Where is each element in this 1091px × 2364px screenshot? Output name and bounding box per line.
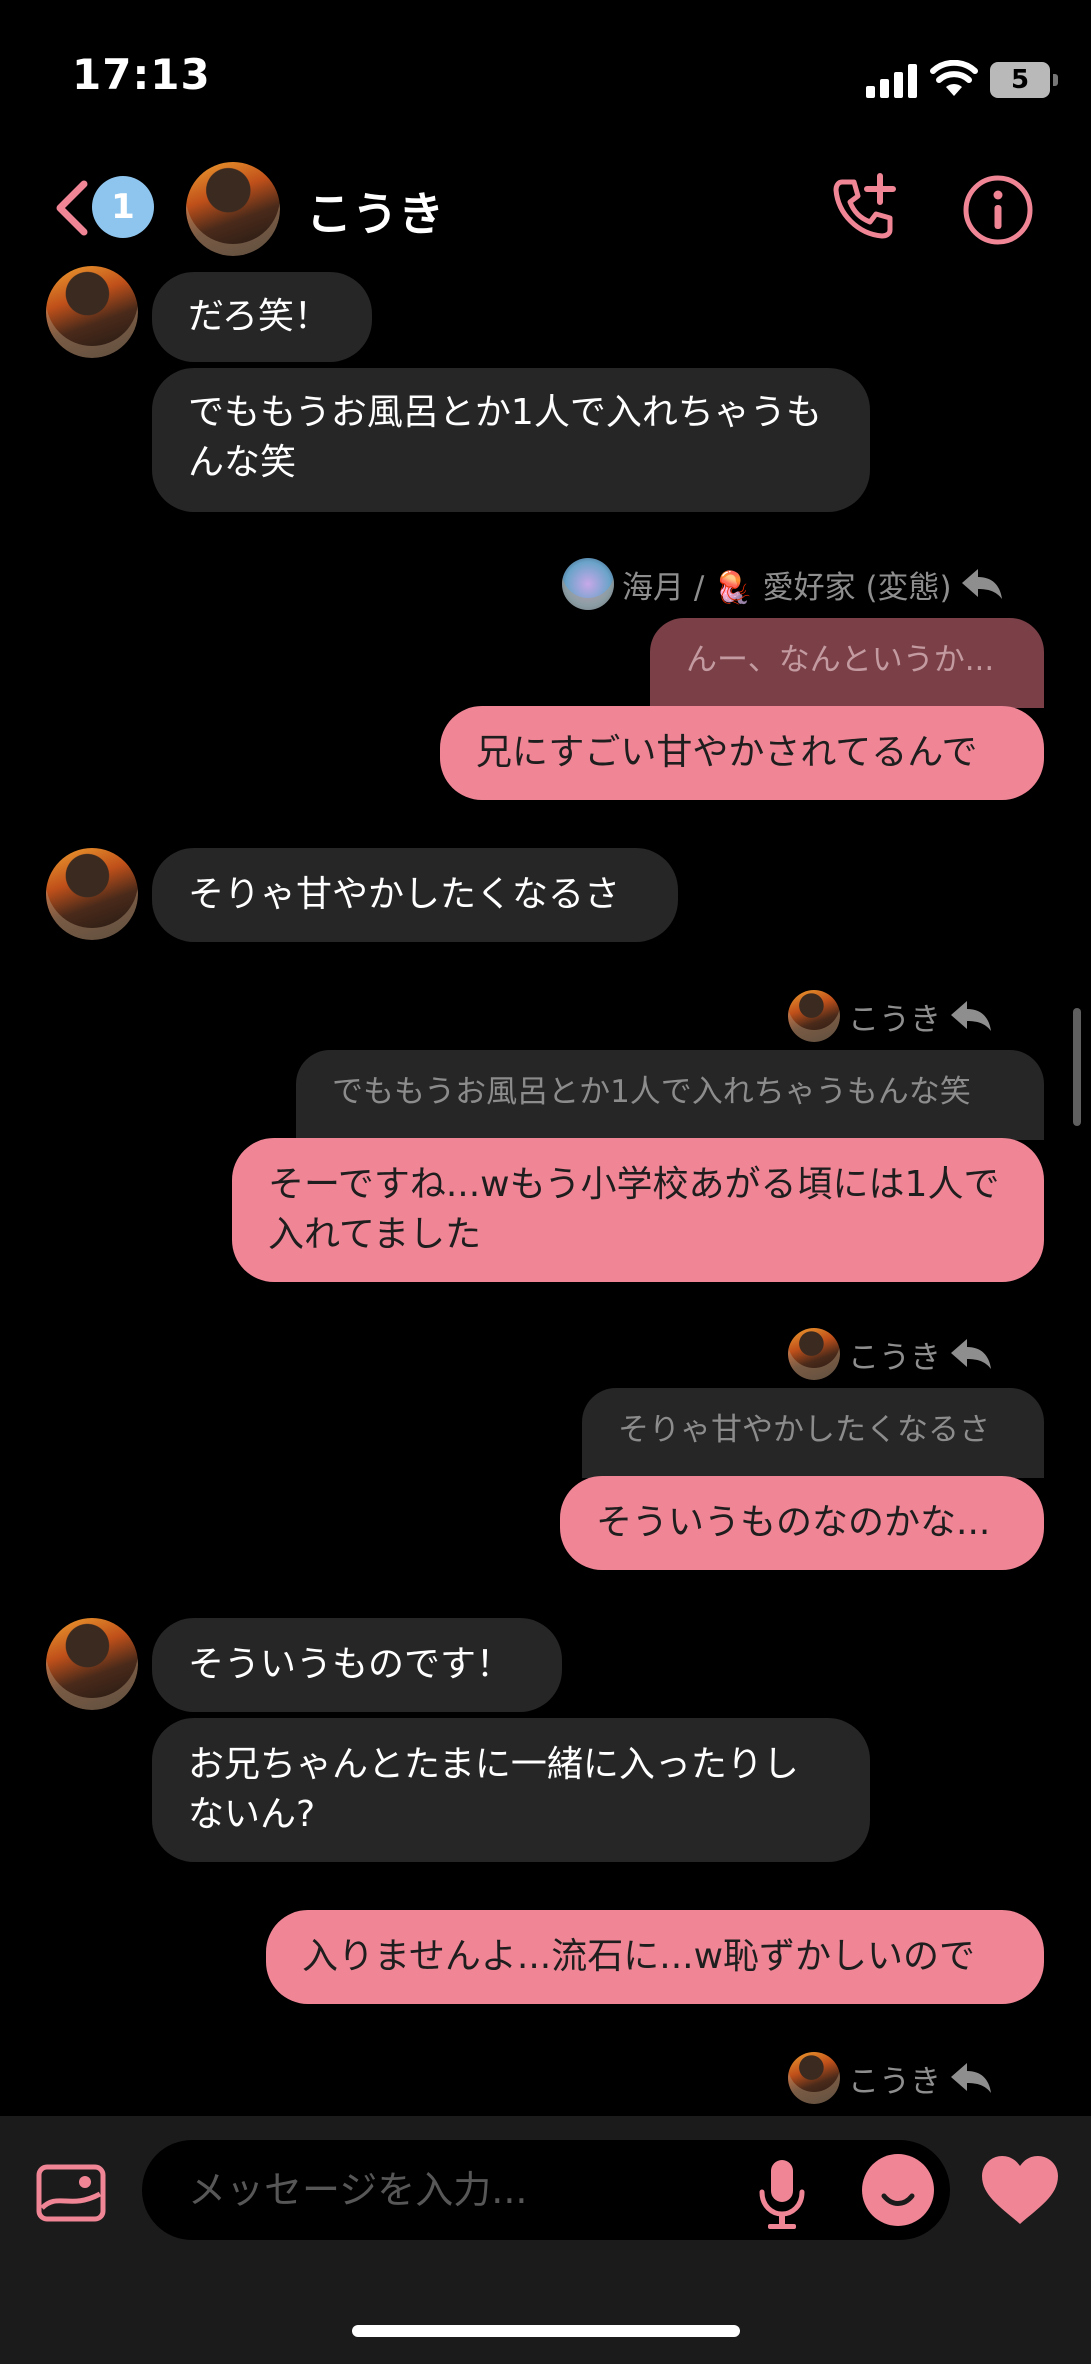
reply-header: 海月 / 🪼 愛好家 (変態) [562, 558, 1004, 610]
wifi-icon [930, 60, 978, 96]
reply-avatar [788, 990, 840, 1042]
sender-avatar[interactable] [46, 1618, 138, 1710]
message-bubble-outgoing[interactable]: そういうものなのかな... [560, 1476, 1044, 1570]
reply-header: こうき [788, 1328, 993, 1380]
reply-icon [951, 1339, 991, 1369]
message-bubble-outgoing[interactable]: 入りませんよ...流石に...w恥ずかしいので [266, 1910, 1044, 2004]
reply-header: こうき [788, 2052, 993, 2104]
reply-sender-name: こうき [848, 1339, 941, 1376]
reply-avatar [788, 2052, 840, 2104]
add-call-icon[interactable] [828, 172, 900, 244]
mic-icon[interactable] [756, 2158, 808, 2230]
reply-avatar [788, 1328, 840, 1380]
contact-avatar[interactable] [186, 162, 280, 256]
message-input[interactable]: メッセージを入力... [142, 2140, 950, 2240]
reply-avatar [562, 558, 614, 610]
message-bubble-outgoing[interactable]: 兄にすごい甘やかされてるんで [440, 706, 1044, 800]
reply-icon [961, 569, 1002, 599]
quoted-message[interactable]: んー、なんというか... [650, 618, 1044, 708]
chevron-left-icon[interactable] [54, 180, 90, 236]
info-icon[interactable] [962, 174, 1034, 246]
sender-avatar[interactable] [46, 848, 138, 940]
reply-icon [951, 1001, 991, 1031]
contact-name[interactable]: こうき [306, 178, 444, 244]
message-bubble-incoming[interactable]: そりゃ甘やかしたくなるさ [152, 848, 678, 942]
message-bubble-incoming[interactable]: そういうものです！ [152, 1618, 562, 1712]
sticker-icon[interactable] [862, 2154, 934, 2226]
unread-badge[interactable]: 1 [92, 176, 154, 238]
reply-header: こうき [788, 990, 993, 1042]
image-icon[interactable] [36, 2164, 106, 2222]
message-bubble-incoming[interactable]: でももうお風呂とか1人で入れちゃうもんな笑 [152, 368, 870, 512]
scrollbar[interactable] [1073, 1008, 1081, 1126]
reply-icon [951, 2063, 991, 2093]
reply-sender-name: こうき [848, 1001, 941, 1038]
home-indicator[interactable] [352, 2325, 740, 2337]
quoted-message[interactable]: そりゃ甘やかしたくなるさ [582, 1388, 1044, 1478]
battery-indicator: 5 [990, 62, 1058, 98]
message-bubble-outgoing[interactable]: そーですね...wもう小学校あがる頃には1人で入れてました [232, 1138, 1044, 1282]
reply-sender-name: こうき [848, 2063, 941, 2100]
reply-sender-name: 海月 / 🪼 愛好家 (変態) [622, 569, 952, 606]
smile-face-icon [881, 2193, 915, 2206]
signal-icon [866, 64, 917, 98]
sender-avatar[interactable] [46, 266, 138, 358]
heart-icon[interactable] [980, 2154, 1060, 2226]
message-bubble-incoming[interactable]: お兄ちゃんとたまに一緒に入ったりしないん? [152, 1718, 870, 1862]
message-bubble-incoming[interactable]: だろ笑！ [152, 272, 372, 362]
quoted-message[interactable]: でももうお風呂とか1人で入れちゃうもんな笑 [296, 1050, 1044, 1140]
status-time: 17:13 [72, 50, 211, 99]
